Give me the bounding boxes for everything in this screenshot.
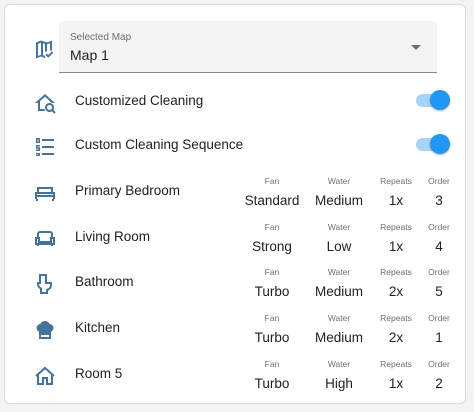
- room-water[interactable]: Water Low: [307, 221, 371, 254]
- room-repeats[interactable]: Repeats 1x: [373, 358, 419, 391]
- order-header: Order: [428, 267, 450, 277]
- room-name[interactable]: Kitchen: [75, 320, 120, 335]
- order-value: 4: [435, 239, 443, 254]
- room-water[interactable]: Water Medium: [307, 175, 371, 208]
- fan-header: Fan: [264, 313, 280, 323]
- fan-value: Turbo: [254, 330, 290, 345]
- room-fan[interactable]: Fan Strong: [241, 221, 303, 254]
- water-header: Water: [327, 222, 351, 232]
- order-header: Order: [428, 222, 450, 232]
- map-check-icon: [33, 37, 57, 61]
- order-header: Order: [428, 359, 450, 369]
- room-water[interactable]: Water Medium: [307, 266, 371, 299]
- room-repeats[interactable]: Repeats 2x: [373, 312, 419, 345]
- water-header: Water: [327, 359, 351, 369]
- bed-icon: [33, 181, 57, 205]
- room-order[interactable]: Order 2: [419, 358, 459, 391]
- water-header: Water: [327, 313, 351, 323]
- map-select-value: Map 1: [70, 47, 109, 63]
- customized-cleaning-label: Customized Cleaning: [75, 93, 204, 108]
- water-header: Water: [327, 267, 351, 277]
- room-fan[interactable]: Fan Turbo: [241, 266, 303, 299]
- home-icon: [33, 364, 57, 388]
- order-value: 2: [435, 376, 443, 391]
- fan-value: Strong: [252, 239, 292, 254]
- water-value: Medium: [314, 284, 363, 299]
- fan-value: Turbo: [254, 284, 290, 299]
- repeats-header: Repeats: [380, 176, 412, 186]
- custom-sequence-label: Custom Cleaning Sequence: [75, 137, 244, 152]
- room-repeats[interactable]: Repeats 1x: [373, 221, 419, 254]
- room-name[interactable]: Room 5: [75, 366, 122, 381]
- room-repeats[interactable]: Repeats 1x: [373, 175, 419, 208]
- fan-header: Fan: [264, 267, 280, 277]
- home-search-icon: [33, 91, 57, 115]
- water-header: Water: [327, 176, 351, 186]
- room-name[interactable]: Primary Bedroom: [75, 183, 180, 198]
- repeats-header: Repeats: [380, 267, 412, 277]
- repeats-header: Repeats: [380, 222, 412, 232]
- custom-sequence-toggle[interactable]: [414, 134, 450, 154]
- repeats-value: 2x: [388, 330, 404, 345]
- chevron-down-icon[interactable]: [411, 45, 421, 50]
- vacuum-card: Selected Map Map 1 Customized Cleaning C…: [4, 4, 466, 404]
- customized-cleaning-toggle[interactable]: [414, 90, 450, 110]
- repeats-value: 2x: [388, 284, 404, 299]
- sofa-icon: [33, 227, 57, 251]
- fan-header: Fan: [264, 222, 280, 232]
- repeats-header: Repeats: [380, 313, 412, 323]
- room-name[interactable]: Bathroom: [75, 274, 134, 289]
- room-name[interactable]: Living Room: [75, 229, 150, 244]
- repeats-value: 1x: [388, 193, 404, 208]
- room-fan[interactable]: Fan Standard: [241, 175, 303, 208]
- repeats-value: 1x: [388, 239, 404, 254]
- map-select[interactable]: Selected Map Map 1: [59, 21, 437, 73]
- room-order[interactable]: Order 3: [419, 175, 459, 208]
- order-header: Order: [428, 313, 450, 323]
- order-value: 1: [435, 330, 443, 345]
- room-order[interactable]: Order 5: [419, 266, 459, 299]
- chef-hat-icon: [33, 318, 57, 342]
- room-order[interactable]: Order 1: [419, 312, 459, 345]
- order-value: 5: [435, 284, 443, 299]
- room-water[interactable]: Water Medium: [307, 312, 371, 345]
- repeats-header: Repeats: [380, 359, 412, 369]
- room-order[interactable]: Order 4: [419, 221, 459, 254]
- fan-value: Standard: [244, 193, 300, 208]
- fan-header: Fan: [264, 359, 280, 369]
- water-value: Medium: [314, 193, 363, 208]
- toilet-icon: [33, 272, 57, 296]
- fan-value: Turbo: [254, 376, 290, 391]
- toggle-thumb: [430, 90, 450, 110]
- water-value: Medium: [314, 330, 363, 345]
- map-select-label: Selected Map: [70, 32, 132, 43]
- toggle-thumb: [430, 134, 450, 154]
- order-header: Order: [428, 176, 450, 186]
- order-value: 3: [435, 193, 443, 208]
- room-repeats[interactable]: Repeats 2x: [373, 266, 419, 299]
- order-list-icon: [33, 135, 57, 159]
- room-fan[interactable]: Fan Turbo: [241, 312, 303, 345]
- fan-header: Fan: [264, 176, 280, 186]
- repeats-value: 1x: [388, 376, 404, 391]
- room-fan[interactable]: Fan Turbo: [241, 358, 303, 391]
- room-water[interactable]: Water High: [307, 358, 371, 391]
- water-value: High: [325, 376, 353, 391]
- water-value: Low: [326, 239, 352, 254]
